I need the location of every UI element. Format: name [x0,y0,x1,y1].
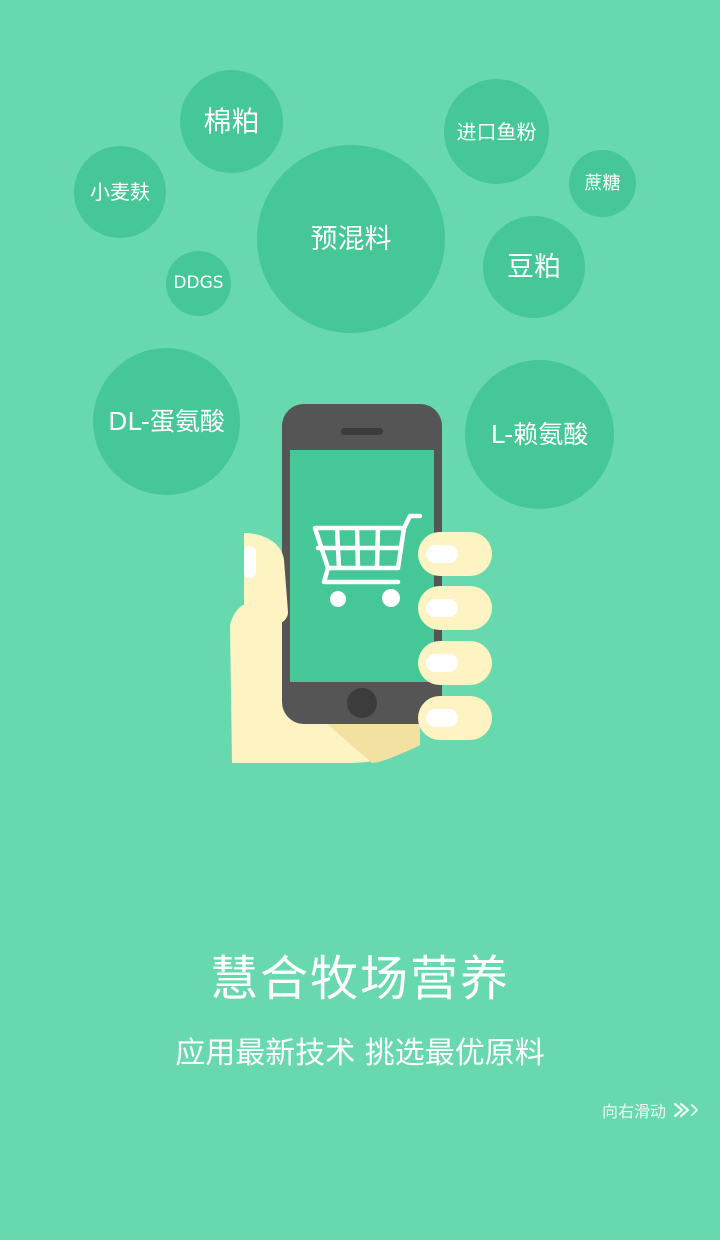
swipe-right-hint[interactable]: 向右滑动 [602,1098,702,1122]
onboarding-screen[interactable]: 棉粕 小麦麸 进口鱼粉 蔗糖 预混料 豆粕 DDGS DL-蛋氨酸 L-赖氨酸 [0,0,720,1240]
double-chevron-right-icon [673,1102,698,1118]
cart-wheel-left [330,591,346,607]
thumb-icon [244,533,288,626]
page-title: 慧合牧场营养 [209,951,510,1007]
phone-icon [282,404,442,724]
swipe-label: 向右滑动 [601,1102,666,1121]
hand-holding-phone-illustration [230,404,492,763]
cart-wheel-right [382,589,400,607]
page-subtitle: 应用最新技术 挑选最优原料 [175,1036,545,1071]
